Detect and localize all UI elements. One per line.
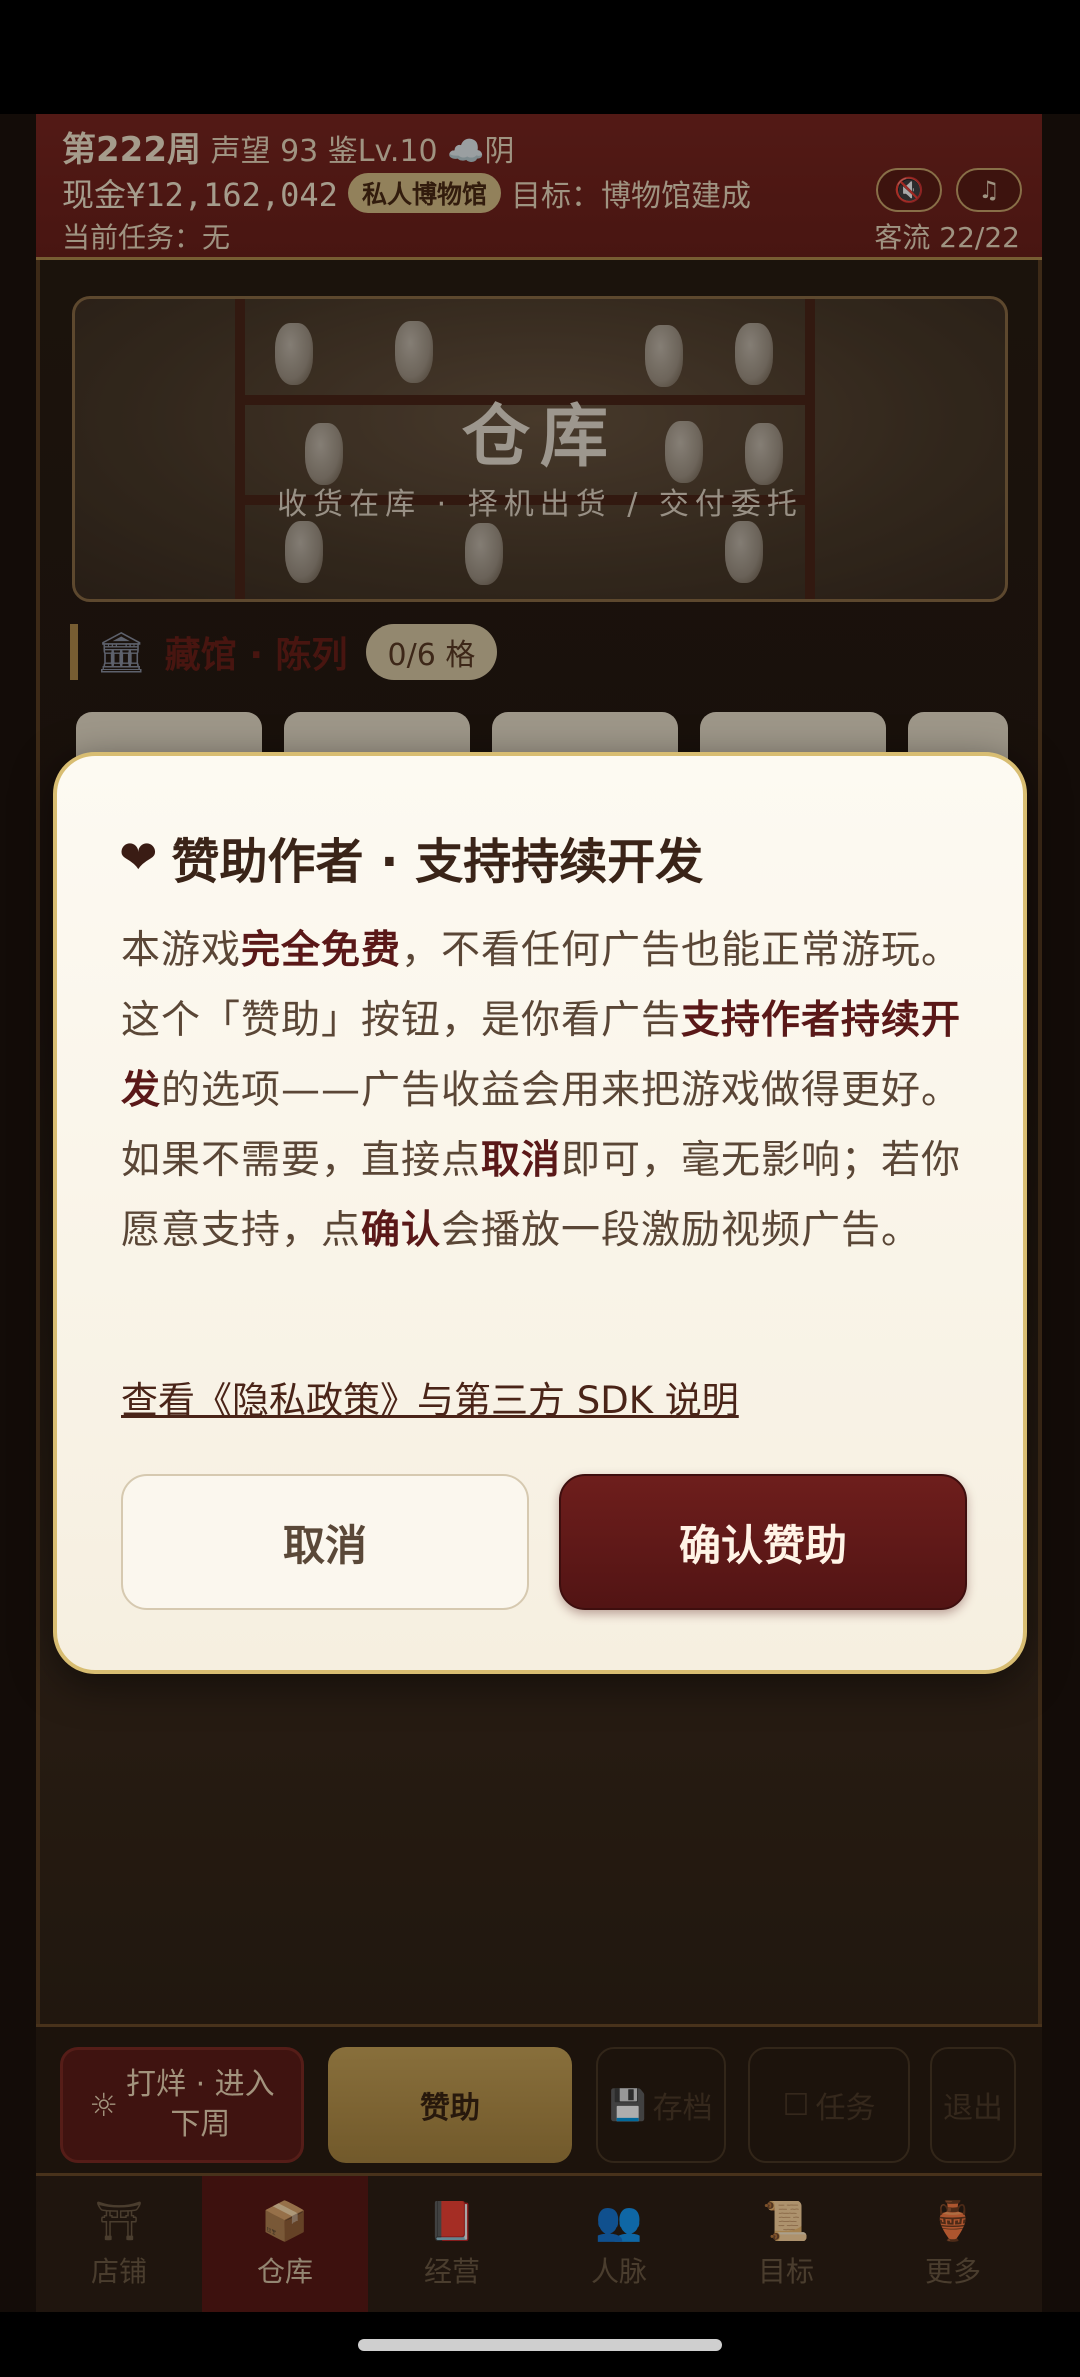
dialog-body-text: 本游戏: [121, 928, 242, 973]
dialog-body: 本游戏完全免费，不看任何广告也能正常游玩。这个「赞助」按钮，是你看广告支持作者持…: [121, 916, 977, 1266]
dialog-title-text: 赞助作者 · 支持持续开发: [171, 834, 704, 890]
confirm-sponsor-button[interactable]: 确认赞助: [559, 1474, 967, 1610]
dialog-body-emphasis: 完全免费: [241, 928, 402, 973]
dialog-title: ❤ 赞助作者 · 支持持续开发: [119, 822, 703, 892]
status-bar: [0, 0, 1080, 114]
home-indicator[interactable]: [358, 2339, 722, 2351]
privacy-policy-link[interactable]: 查看《隐私政策》与第三方 SDK 说明: [121, 1370, 739, 1424]
heart-icon: ❤: [119, 830, 158, 884]
dialog-body-emphasis: 确认: [361, 1208, 442, 1253]
dialog-body-emphasis: 取消: [481, 1138, 562, 1183]
sponsor-dialog: ❤ 赞助作者 · 支持持续开发 本游戏完全免费，不看任何广告也能正常游玩。这个「…: [53, 752, 1027, 1674]
cancel-button[interactable]: 取消: [121, 1474, 529, 1610]
dialog-body-text: 会播放一段激励视频广告。: [441, 1208, 922, 1253]
